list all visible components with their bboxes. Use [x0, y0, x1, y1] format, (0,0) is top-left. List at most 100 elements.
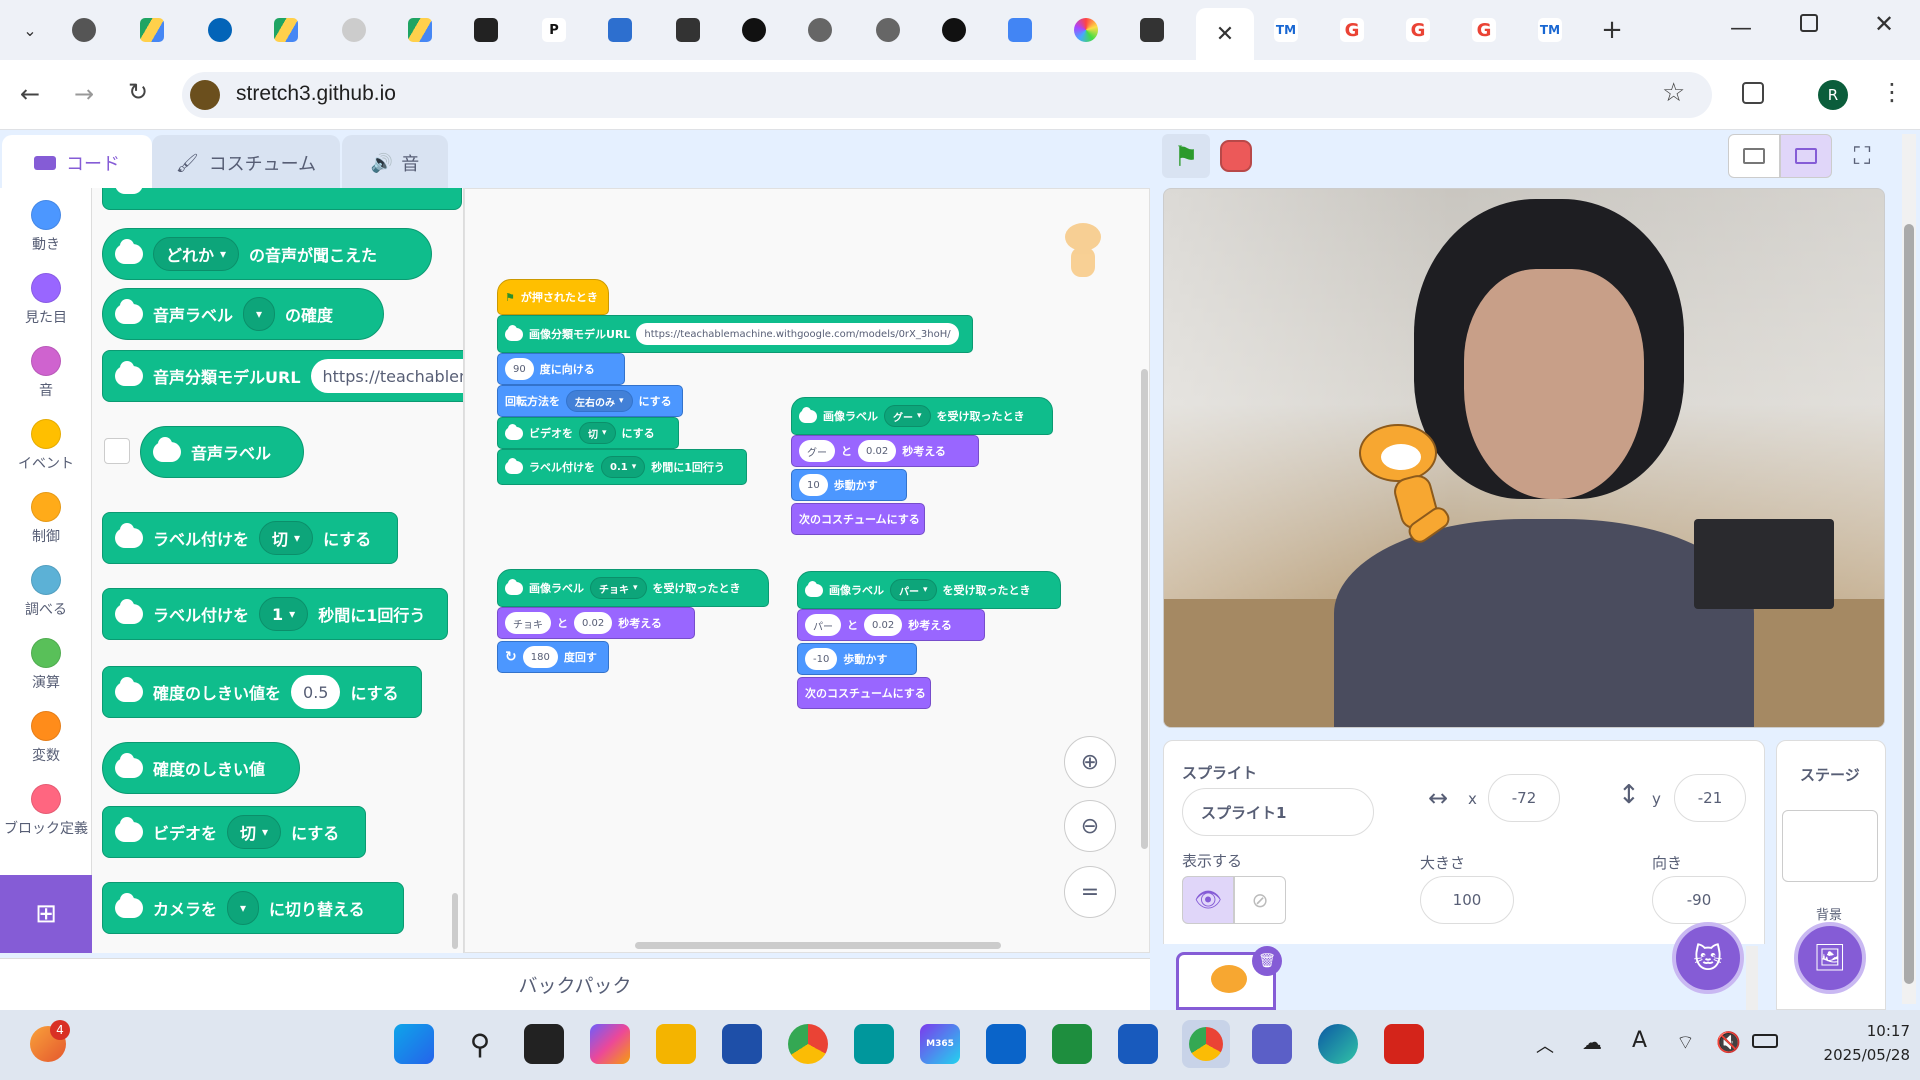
block-sound-model-url[interactable]: 音声分類モデルURL https://teachablem — [102, 350, 463, 402]
zoom-out-button[interactable]: ⊖ — [1064, 800, 1116, 852]
think-for-secs-block[interactable]: パー と 0.02 秒考える — [797, 609, 985, 641]
tray-chevron-icon[interactable]: ︿ — [1536, 1032, 1554, 1058]
task-view-icon[interactable] — [524, 1024, 564, 1064]
ime-icon[interactable]: A — [1632, 1028, 1647, 1053]
video-dropdown[interactable]: 切 — [227, 815, 282, 849]
delete-sprite-button[interactable]: 🗑 — [1252, 946, 1282, 976]
labeling-interval-block[interactable]: ラベル付けを 0.1 秒間に1回行う — [497, 449, 747, 485]
reporter-checkbox[interactable] — [104, 438, 130, 464]
category-my-blocks[interactable]: ブロック定義 — [0, 784, 92, 838]
arduino-icon[interactable] — [854, 1024, 894, 1064]
when-image-label-paa-block[interactable]: 画像ラベル パー を受け取ったとき — [797, 571, 1061, 609]
profile-avatar[interactable]: R — [1818, 80, 1848, 110]
new-tab-button[interactable]: + — [1592, 12, 1632, 48]
think-secs-input[interactable]: 0.02 — [864, 614, 903, 636]
tab-tm[interactable]: TM — [1266, 12, 1306, 48]
tab-contact-dark[interactable] — [668, 12, 708, 48]
acrobat-icon[interactable] — [1384, 1024, 1424, 1064]
sound-label-dropdown[interactable]: どれか — [153, 237, 240, 271]
choose-sprite-button[interactable]: 🐱 — [1672, 922, 1744, 994]
tab-contact-dark-2[interactable] — [1132, 12, 1172, 48]
next-costume-block[interactable]: 次のコスチュームにする — [791, 503, 925, 535]
wifi-icon[interactable]: ⌔ — [1676, 1030, 1695, 1055]
think-text-input[interactable]: パー — [805, 614, 841, 636]
tab-globe[interactable] — [800, 12, 840, 48]
tab-drive-2[interactable] — [266, 12, 306, 48]
tab-search-button[interactable]: ⌄ — [10, 12, 50, 48]
turn-degrees-block[interactable]: ↻ 180 度回す — [497, 641, 609, 673]
fullscreen-button[interactable]: ⛶ — [1840, 134, 1884, 178]
block-sound-heard[interactable]: どれか の音声が聞こえた — [102, 228, 432, 280]
block-set-threshold[interactable]: 確度のしきい値を 0.5 にする — [102, 666, 422, 718]
next-costume-block[interactable]: 次のコスチュームにする — [797, 677, 931, 709]
chrome-icon[interactable] — [788, 1024, 828, 1064]
labeling-dropdown[interactable]: 切 — [259, 521, 314, 555]
category-variables[interactable]: 変数 — [0, 711, 92, 765]
classroom-icon[interactable] — [1052, 1024, 1092, 1064]
think-text-input[interactable]: チョキ — [505, 612, 551, 634]
steps-input[interactable]: 10 — [799, 474, 828, 496]
think-for-secs-block[interactable]: グー と 0.02 秒考える — [791, 435, 979, 467]
image-model-url-block[interactable]: 画像分類モデルURL https://teachablemachine.with… — [497, 315, 973, 353]
show-button[interactable]: 👁 — [1182, 876, 1234, 924]
image-label-dropdown[interactable]: チョキ — [590, 577, 647, 599]
green-flag-button[interactable]: ⚑ — [1162, 134, 1210, 178]
tab-colorwheel[interactable] — [1066, 12, 1106, 48]
tab-drive[interactable] — [132, 12, 172, 48]
threshold-input[interactable]: 0.5 — [291, 675, 341, 709]
small-stage-button[interactable] — [1728, 134, 1780, 178]
page-scrollbar[interactable] — [1902, 134, 1916, 1004]
when-image-label-goo-block[interactable]: 画像ラベル グー を受け取ったとき — [791, 397, 1053, 435]
tab-mask[interactable] — [466, 12, 506, 48]
tab-translate[interactable] — [1000, 12, 1040, 48]
rotation-style-block[interactable]: 回転方法を 左右のみ にする — [497, 385, 683, 417]
battery-icon[interactable] — [1752, 1034, 1778, 1048]
clock-time[interactable]: 10:17 — [1800, 1022, 1910, 1040]
tab-contact[interactable] — [600, 12, 640, 48]
m365-icon[interactable]: M365 — [920, 1024, 960, 1064]
category-looks[interactable]: 見た目 — [0, 273, 92, 327]
search-icon[interactable]: ⚲ — [460, 1024, 500, 1064]
extensions-icon[interactable] — [1742, 82, 1764, 104]
close-icon[interactable]: ✕ — [1216, 22, 1234, 47]
clock-date[interactable]: 2025/05/28 — [1780, 1046, 1910, 1064]
block-threshold-reporter[interactable]: 確度のしきい値 — [102, 742, 300, 794]
stage-thumbnail[interactable] — [1782, 810, 1878, 882]
y-input[interactable]: -21 — [1674, 774, 1746, 822]
point-direction-block[interactable]: 90 度に向ける — [497, 353, 625, 385]
category-operators[interactable]: 演算 — [0, 638, 92, 692]
forward-icon[interactable]: → — [74, 80, 94, 108]
think-text-input[interactable]: グー — [799, 440, 835, 462]
direction-input[interactable]: 90 — [505, 358, 534, 380]
tab-drive-shortcut[interactable] — [334, 12, 374, 48]
category-sensing[interactable]: 調べる — [0, 565, 92, 619]
tab-costume[interactable]: 🖌 コスチューム — [152, 135, 340, 191]
tab-code[interactable]: コード — [2, 135, 152, 191]
start-icon[interactable] — [394, 1024, 434, 1064]
block-partial-top[interactable] — [102, 188, 462, 210]
rotation-dropdown[interactable]: 左右のみ — [566, 390, 633, 412]
image-label-dropdown[interactable]: グー — [884, 405, 931, 427]
tab-google-2[interactable]: G — [1398, 12, 1438, 48]
tab-google[interactable]: G — [1332, 12, 1372, 48]
zoom-reset-button[interactable]: = — [1064, 866, 1116, 918]
bookmark-star-icon[interactable]: ☆ — [1662, 78, 1685, 108]
site-info-icon[interactable] — [190, 80, 220, 110]
active-tab[interactable]: ✕ — [1196, 8, 1254, 60]
when-flag-clicked-block[interactable]: ⚑ が押されたとき — [497, 279, 609, 315]
move-steps-block[interactable]: -10 歩動かす — [797, 643, 917, 675]
onedrive-tray-icon[interactable]: ☁ — [1582, 1030, 1602, 1054]
edge-icon[interactable] — [1318, 1024, 1358, 1064]
teams-icon[interactable] — [1252, 1024, 1292, 1064]
x-input[interactable]: -72 — [1488, 774, 1560, 822]
think-for-secs-block[interactable]: チョキ と 0.02 秒考える — [497, 607, 695, 639]
stage-canvas[interactable] — [1163, 188, 1885, 728]
outlook-icon[interactable] — [986, 1024, 1026, 1064]
category-events[interactable]: イベント — [0, 419, 92, 473]
workspace-h-scrollbar[interactable] — [635, 942, 1001, 949]
workspace-v-scrollbar[interactable] — [1141, 369, 1148, 849]
volume-muted-icon[interactable]: 🔇 — [1716, 1030, 1741, 1054]
tab-github-2[interactable] — [934, 12, 974, 48]
add-extension-button[interactable]: ⊞ — [0, 875, 92, 953]
interval-dropdown[interactable]: 1 — [259, 597, 309, 631]
